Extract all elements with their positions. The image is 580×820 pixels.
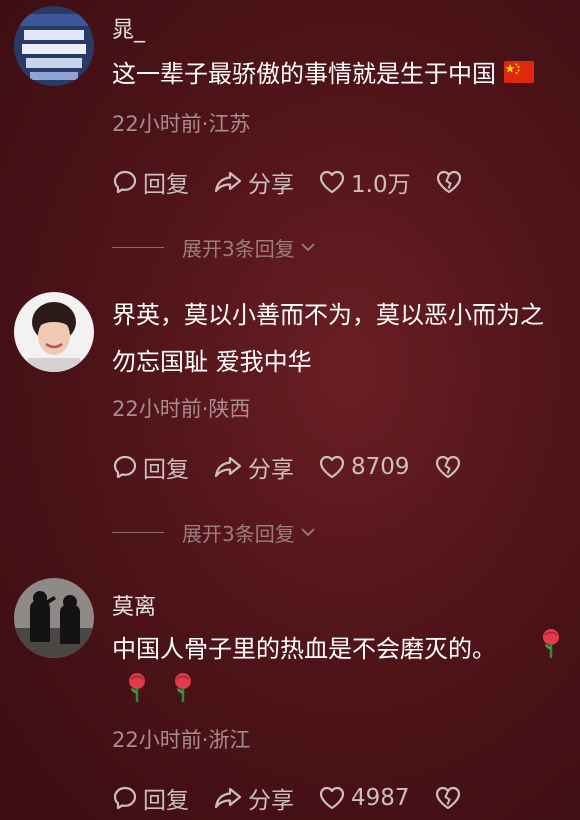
- share-label: 分享: [248, 788, 294, 814]
- share-label: 分享: [248, 457, 294, 483]
- rose-icon: [540, 628, 562, 664]
- heart-icon: [319, 786, 345, 810]
- reply-button[interactable]: 回复: [112, 781, 189, 815]
- comment-text: 这一辈子最骄傲的事情就是生于中国: [112, 51, 572, 99]
- dislike-button[interactable]: [434, 454, 467, 480]
- comment-meta: 22小时前·江苏: [112, 112, 251, 136]
- comment-text-line-1: 界英，莫以小善而不为，莫以恶小而为之: [112, 301, 544, 329]
- avatar[interactable]: [14, 6, 94, 86]
- dislike-button[interactable]: [434, 785, 467, 811]
- share-button[interactable]: 分享: [213, 165, 294, 199]
- like-button[interactable]: 4987: [318, 785, 410, 811]
- expand-replies-label: 展开3条回复: [182, 521, 295, 546]
- heart-icon: [319, 170, 345, 194]
- comment-meta: 22小时前·陕西: [112, 397, 251, 421]
- action-bar: 回复 分享 4987: [112, 782, 491, 814]
- comment-text: 中国人骨子里的热血是不会磨灭的。: [112, 626, 572, 673]
- divider: [112, 531, 164, 533]
- share-icon: [214, 456, 242, 478]
- reply-label: 回复: [143, 457, 189, 483]
- like-count: 8709: [351, 454, 410, 480]
- expand-replies-label: 展开3条回复: [182, 236, 295, 261]
- comment-text-content: 这一辈子最骄傲的事情就是生于中国: [112, 60, 496, 88]
- username[interactable]: 莫离: [112, 589, 156, 621]
- dislike-button[interactable]: [435, 169, 468, 195]
- rose-icon: [126, 672, 148, 708]
- rose-icon: [172, 672, 194, 708]
- like-button[interactable]: 1.0万: [318, 165, 411, 199]
- reply-icon: [113, 170, 137, 194]
- like-count: 4987: [351, 785, 410, 811]
- username[interactable]: 晁_: [112, 12, 145, 44]
- reply-button[interactable]: 回复: [112, 450, 189, 484]
- reply-icon: [113, 786, 137, 810]
- share-button[interactable]: 分享: [213, 450, 294, 484]
- share-icon: [214, 787, 242, 809]
- heart-icon: [319, 455, 345, 479]
- avatar[interactable]: [14, 292, 94, 372]
- reply-label: 回复: [143, 172, 189, 198]
- like-button[interactable]: 8709: [318, 454, 410, 480]
- share-label: 分享: [248, 172, 294, 198]
- comment-text-content: 中国人骨子里的热血是不会磨灭的。: [112, 635, 496, 663]
- china-flag-icon: [504, 52, 534, 99]
- chevron-down-icon: [301, 528, 315, 537]
- reply-label: 回复: [143, 788, 189, 814]
- action-bar: 回复 分享 8709: [112, 451, 491, 483]
- avatar[interactable]: [14, 578, 94, 658]
- broken-heart-icon: [436, 170, 461, 194]
- comment-text-line-2: 勿忘国耻 爱我中华: [112, 348, 312, 376]
- like-count: 1.0万: [351, 172, 411, 198]
- divider: [112, 246, 164, 248]
- comment-text: 界英，莫以小善而不为，莫以恶小而为之 勿忘国耻 爱我中华: [112, 292, 572, 386]
- broken-heart-icon: [435, 786, 460, 810]
- share-icon: [214, 171, 242, 193]
- chevron-down-icon: [301, 243, 315, 252]
- comment-meta: 22小时前·浙江: [112, 728, 251, 752]
- reply-icon: [113, 455, 137, 479]
- broken-heart-icon: [435, 455, 460, 479]
- expand-replies[interactable]: 展开3条回复: [112, 517, 317, 547]
- share-button[interactable]: 分享: [213, 781, 294, 815]
- expand-replies[interactable]: 展开3条回复: [112, 232, 317, 262]
- action-bar: 回复 分享 1.0万: [112, 166, 492, 198]
- reply-button[interactable]: 回复: [112, 165, 189, 199]
